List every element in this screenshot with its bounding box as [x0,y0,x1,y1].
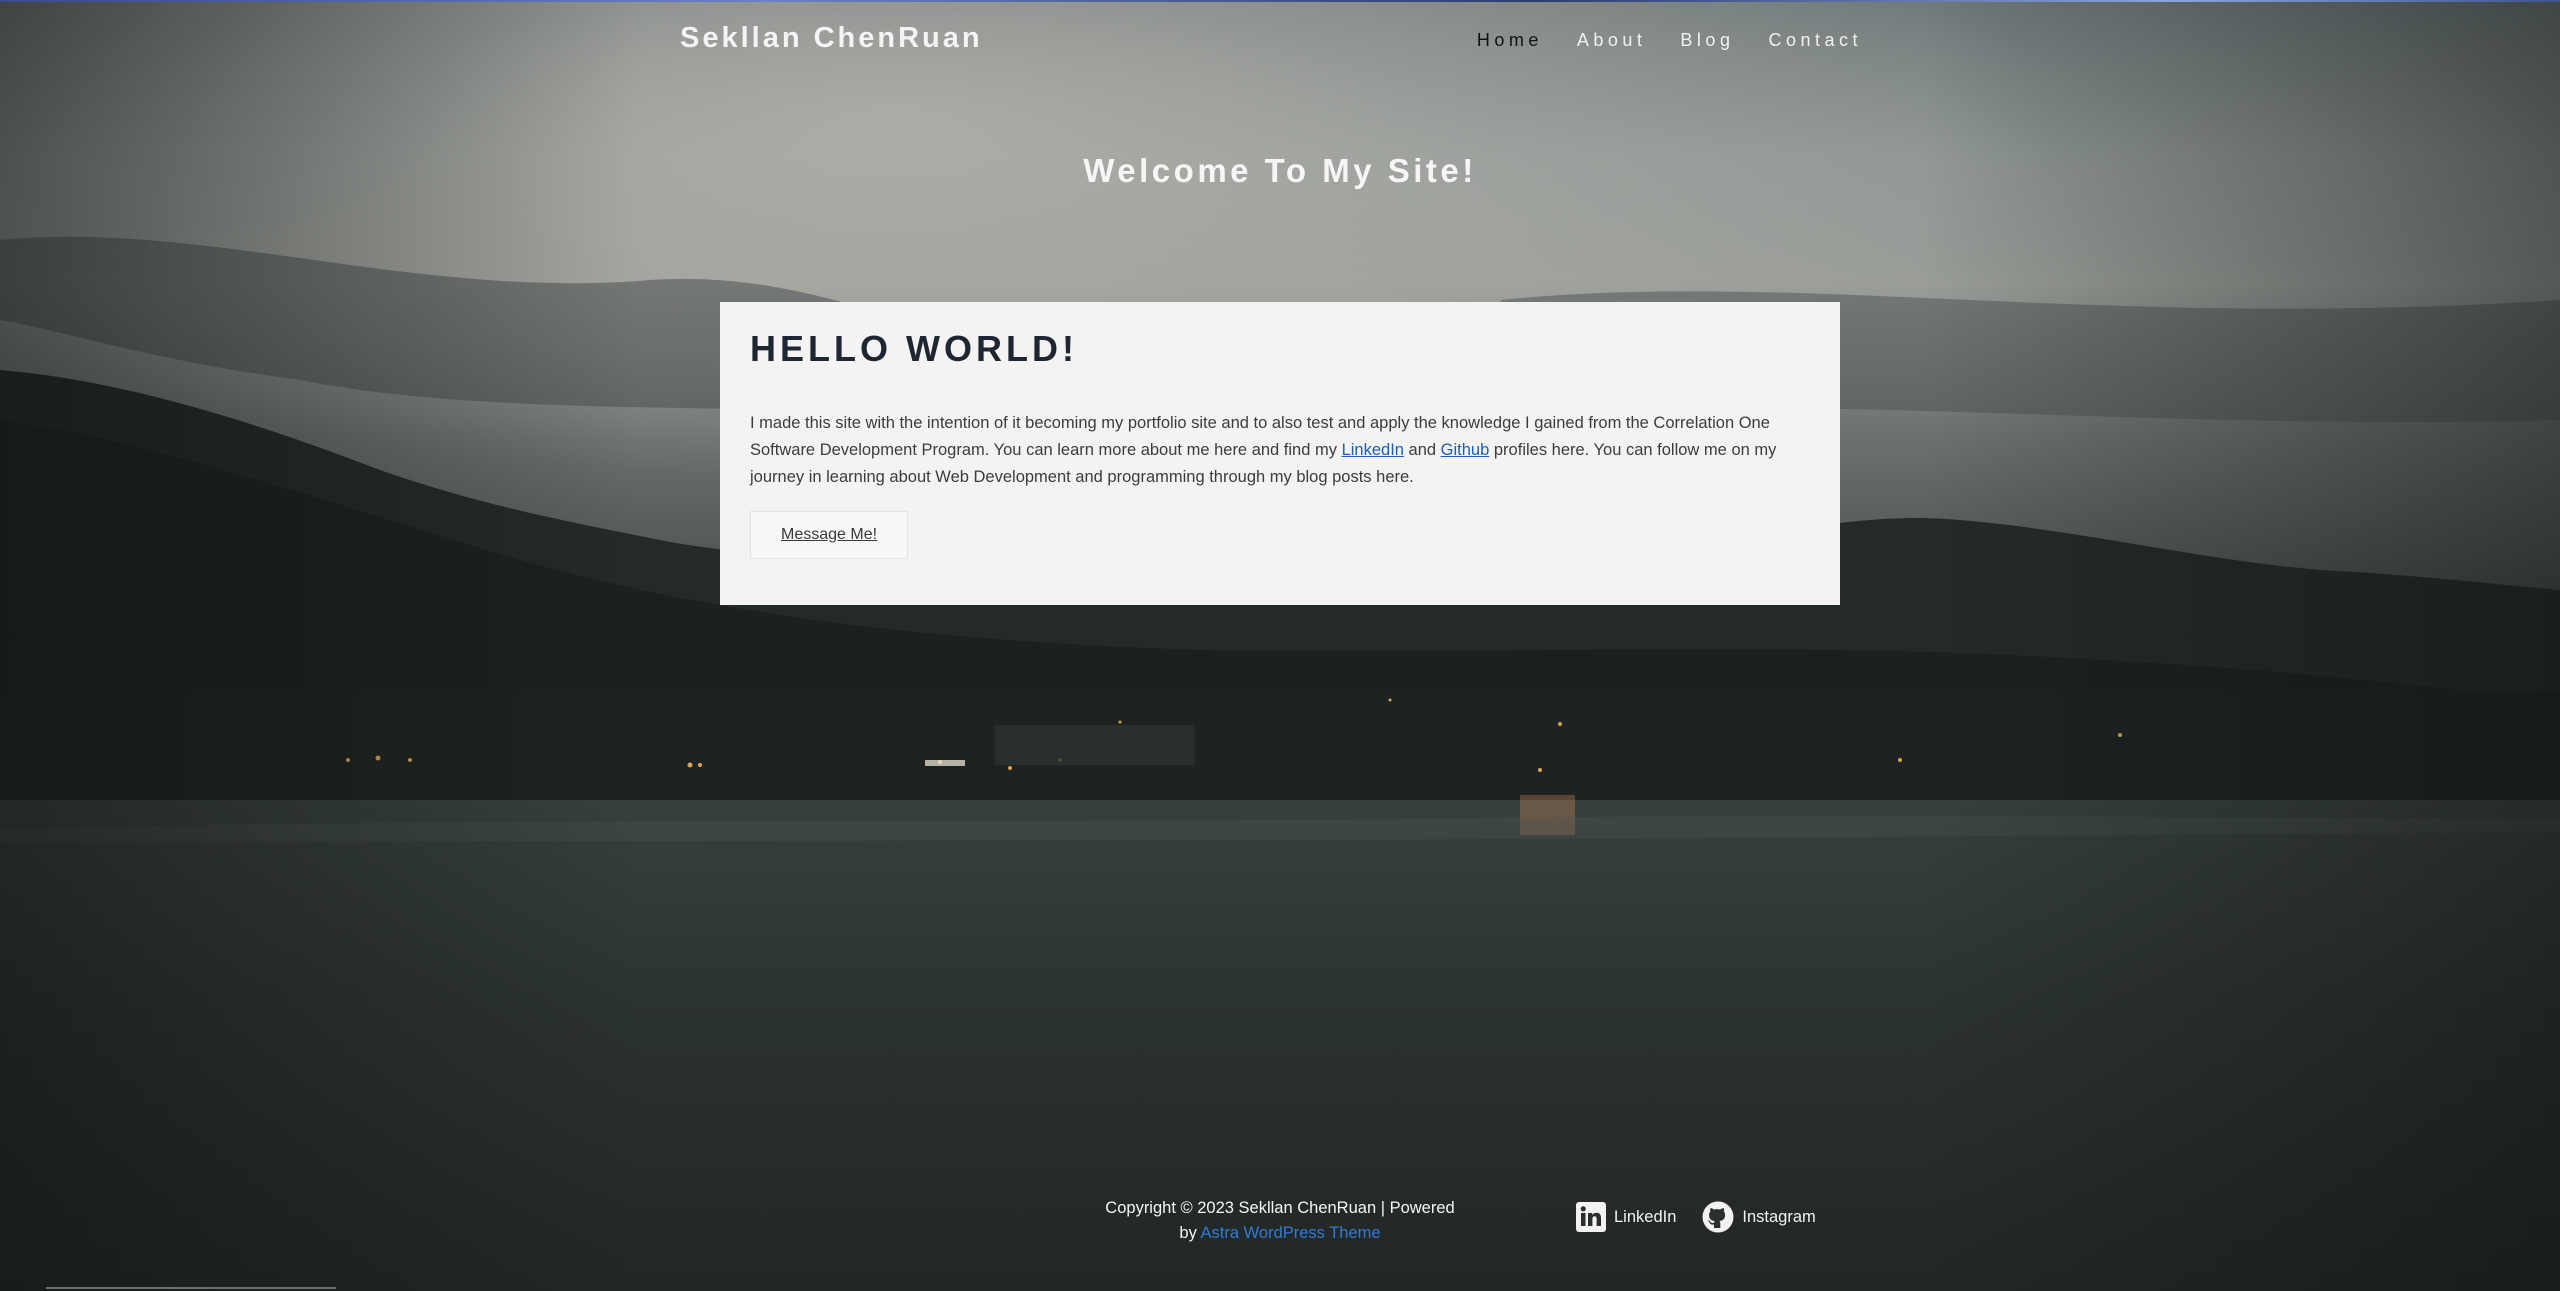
hero-title: Welcome To My Site! [1083,152,1477,189]
background-landscape-image [0,0,2560,1291]
main-navigation: Home About Blog Contact [1443,30,1862,51]
page: Sekllan ChenRuan Home About Blog Contact… [0,0,2560,1291]
social-link-instagram[interactable]: Instagram [1702,1201,1816,1233]
nav-item-about[interactable]: About [1577,30,1647,51]
intro-card: HELLO WORLD! I made this site with the i… [720,302,1840,605]
message-me-button[interactable]: Message Me! [750,511,909,559]
footer-copyright: Copyright © 2023 Sekllan ChenRuan | Powe… [1090,1196,1470,1246]
social-link-linkedin-label: LinkedIn [1614,1207,1677,1226]
nav-item-contact[interactable]: Contact [1768,30,1862,51]
horizontal-scrollbar[interactable] [46,1287,336,1289]
intro-paragraph: I made this site with the intention of i… [750,410,1810,491]
nav-item-home[interactable]: Home [1477,30,1543,51]
card-heading: HELLO WORLD! [750,328,1078,369]
nav-item-blog[interactable]: Blog [1680,30,1734,51]
github-text-link[interactable]: Github [1441,441,1490,459]
top-accent-line [0,0,2560,2]
footer-social-links: LinkedIn Instagram [1576,1201,1842,1233]
linkedin-icon [1576,1202,1606,1232]
github-icon [1702,1201,1734,1233]
copyright-by-text: by [1179,1224,1201,1242]
social-link-linkedin[interactable]: LinkedIn [1576,1202,1676,1232]
copyright-text: Copyright © 2023 Sekllan ChenRuan | Powe… [1105,1199,1455,1217]
site-title[interactable]: Sekllan ChenRuan [680,22,983,55]
social-link-instagram-label: Instagram [1742,1207,1816,1226]
linkedin-text-link[interactable]: LinkedIn [1342,441,1404,459]
intro-text-and: and [1403,441,1441,459]
astra-theme-link[interactable]: Astra WordPress Theme [1201,1224,1381,1242]
